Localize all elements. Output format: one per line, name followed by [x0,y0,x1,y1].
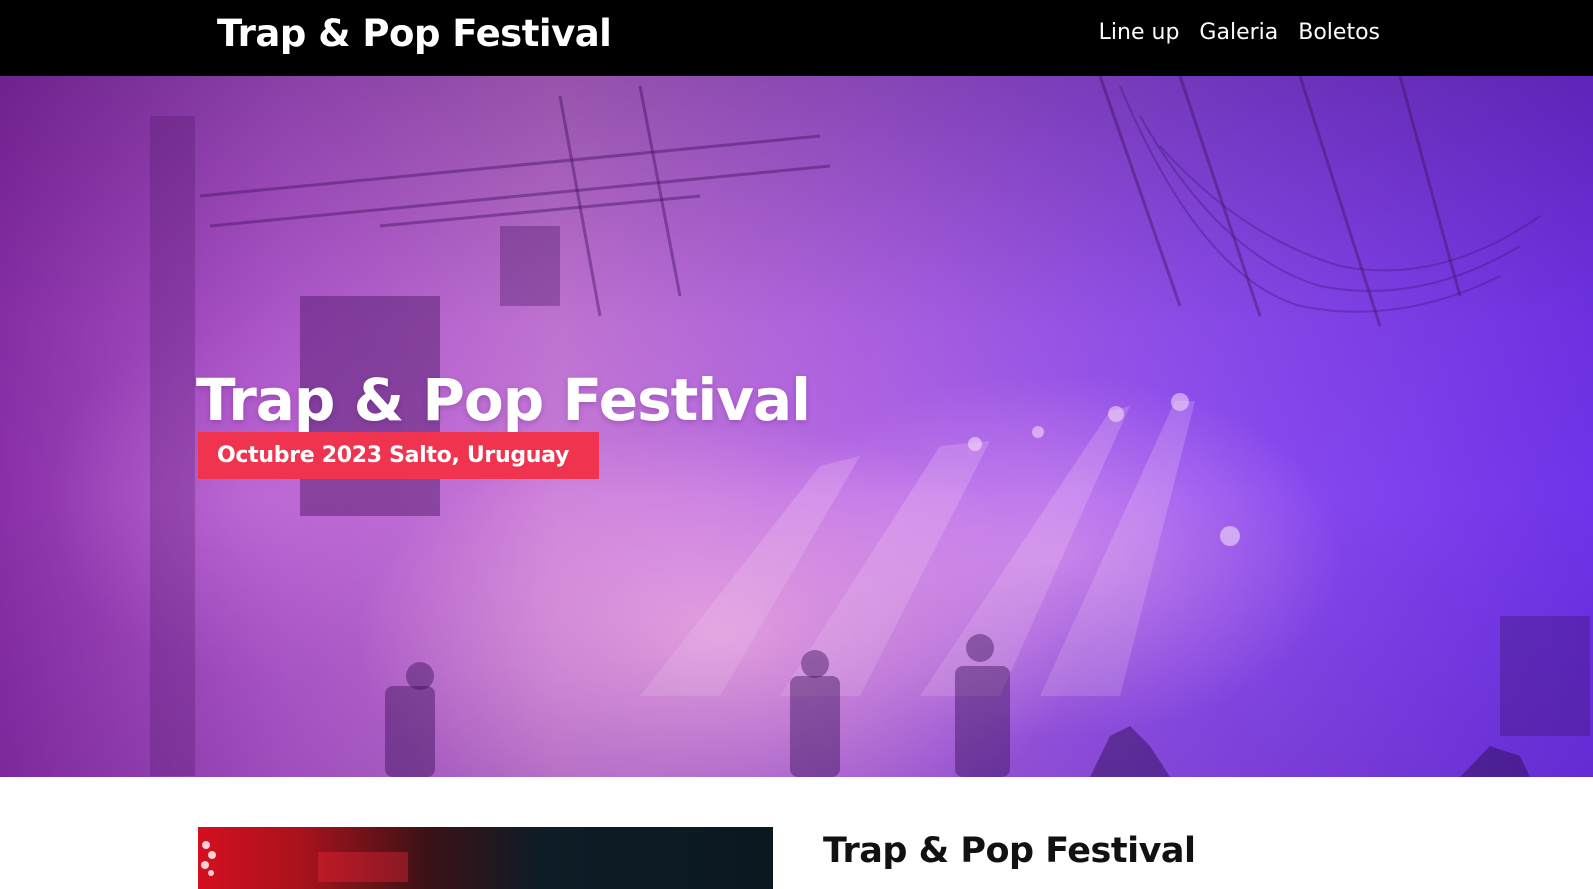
hero-title: Trap & Pop Festival [196,366,811,434]
about-festival-image-art [201,841,408,882]
site-header: Trap & Pop Festival Line up Galeria Bole… [0,0,1593,76]
main-nav: Line up Galeria Boletos [1099,20,1380,45]
hero-section: Trap & Pop Festival Octubre 2023 Salto, … [0,76,1593,777]
nav-link-galeria[interactable]: Galeria [1199,20,1278,45]
nav-link-boletos[interactable]: Boletos [1298,20,1380,45]
event-date-location-badge: Octubre 2023 Salto, Uruguay [198,432,599,479]
site-logo-link[interactable]: Trap & Pop Festival [217,12,612,55]
nav-link-line-up[interactable]: Line up [1099,20,1180,45]
about-festival-image [198,827,773,889]
about-section-title: Trap & Pop Festival [823,831,1196,871]
